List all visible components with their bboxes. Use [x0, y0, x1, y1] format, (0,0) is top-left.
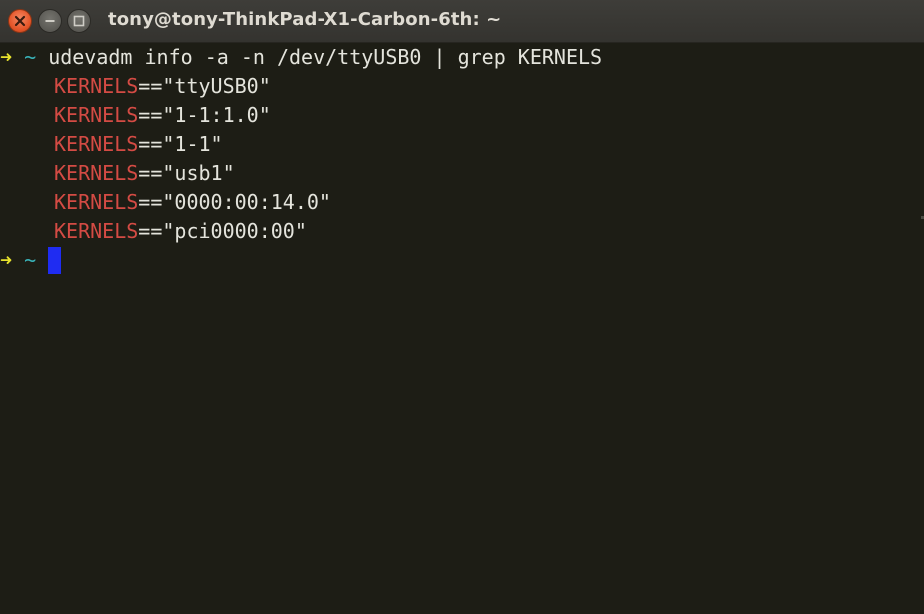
- minimize-icon: [45, 20, 55, 22]
- output-key: KERNELS: [54, 161, 139, 185]
- output-operator: ==: [138, 219, 163, 243]
- output-value: "0000:00:14.0": [162, 190, 331, 214]
- output-key: KERNELS: [54, 103, 139, 127]
- prompt-arrow-icon: ➜: [0, 45, 13, 69]
- output-value: "1-1": [162, 132, 223, 156]
- text-cursor[interactable]: [48, 247, 62, 274]
- output-line: KERNELS=="usb1": [54, 159, 235, 188]
- output-value: "pci0000:00": [162, 219, 307, 243]
- title-bar[interactable]: tony@tony-ThinkPad-X1-Carbon-6th: ~: [0, 0, 924, 43]
- maximize-button[interactable]: [67, 9, 91, 33]
- output-operator: ==: [138, 132, 163, 156]
- output-key: KERNELS: [54, 74, 139, 98]
- output-line: KERNELS=="ttyUSB0": [54, 72, 271, 101]
- prompt-line: ➜ ~: [0, 246, 62, 275]
- close-button[interactable]: [8, 9, 32, 33]
- terminal-window: tony@tony-ThinkPad-X1-Carbon-6th: ~ ➜ ~ …: [0, 0, 924, 614]
- output-operator: ==: [138, 190, 163, 214]
- output-line: KERNELS=="0000:00:14.0": [54, 188, 331, 217]
- output-key: KERNELS: [54, 219, 139, 243]
- output-line: KERNELS=="pci0000:00": [54, 217, 307, 246]
- output-line: KERNELS=="1-1": [54, 130, 223, 159]
- maximize-icon: [73, 15, 85, 27]
- window-title: tony@tony-ThinkPad-X1-Carbon-6th: ~: [108, 9, 502, 30]
- output-operator: ==: [138, 161, 163, 185]
- output-key: KERNELS: [54, 132, 139, 156]
- output-key: KERNELS: [54, 190, 139, 214]
- prompt-directory: ~: [24, 248, 37, 272]
- output-operator: ==: [138, 74, 163, 98]
- command-line: ➜ ~ udevadm info -a -n /dev/ttyUSB0 | gr…: [0, 43, 602, 72]
- minimize-button[interactable]: [38, 9, 62, 33]
- output-value: "ttyUSB0": [162, 74, 271, 98]
- command-text: udevadm info -a -n /dev/ttyUSB0 | grep K…: [48, 45, 603, 69]
- close-icon: [14, 15, 26, 27]
- prompt-arrow-icon: ➜: [0, 248, 13, 272]
- output-operator: ==: [138, 103, 163, 127]
- output-line: KERNELS=="1-1:1.0": [54, 101, 271, 130]
- prompt-directory: ~: [24, 45, 37, 69]
- output-value: "1-1:1.0": [162, 103, 271, 127]
- output-value: "usb1": [162, 161, 235, 185]
- terminal-content[interactable]: ➜ ~ udevadm info -a -n /dev/ttyUSB0 | gr…: [0, 43, 924, 614]
